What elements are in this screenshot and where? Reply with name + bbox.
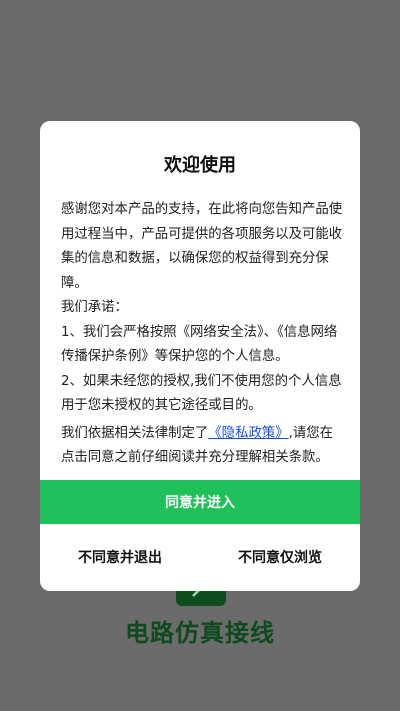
promise-item-2: 2、如果未经您的授权,我们不使用您的个人信息用于您未授权的其它途径或目的。 (61, 373, 342, 414)
promise-item-1: 1、我们会严格按照《网络安全法》、《信息网络传播保护条例》等保护您的个人信息。 (61, 324, 338, 365)
dialog-body: 感谢您对本产品的支持，在此将向您告知产品使用过程当中，产品可提供的各项服务以及可… (61, 198, 343, 471)
agree-enter-button[interactable]: 同意并进入 (40, 480, 360, 524)
secondary-actions: 不同意并退出 不同意仅浏览 (40, 534, 360, 580)
policy-statement: 我们依据相关法律制定了《隐私政策》,请您在点击同意之前仔细阅读并充分理解相关条款… (61, 422, 343, 471)
screen: 电路仿真接线 欢迎使用 感谢您对本产品的支持，在此将向您告知产品使用过程当中，产… (0, 0, 400, 711)
disagree-exit-button[interactable]: 不同意并退出 (40, 534, 200, 580)
privacy-dialog: 欢迎使用 感谢您对本产品的支持，在此将向您告知产品使用过程当中，产品可提供的各项… (40, 121, 360, 591)
promise-heading: 我们承诺： (61, 300, 128, 315)
intro-text: 感谢您对本产品的支持，在此将向您告知产品使用过程当中，产品可提供的各项服务以及可… (61, 202, 343, 291)
app-name: 电路仿真接线 (125, 619, 275, 647)
dialog-title: 欢迎使用 (164, 155, 236, 176)
privacy-policy-link[interactable]: 《隐私政策》 (208, 426, 288, 441)
policy-prefix: 我们依据相关法律制定了 (61, 425, 209, 441)
disagree-browse-button[interactable]: 不同意仅浏览 (200, 534, 360, 580)
